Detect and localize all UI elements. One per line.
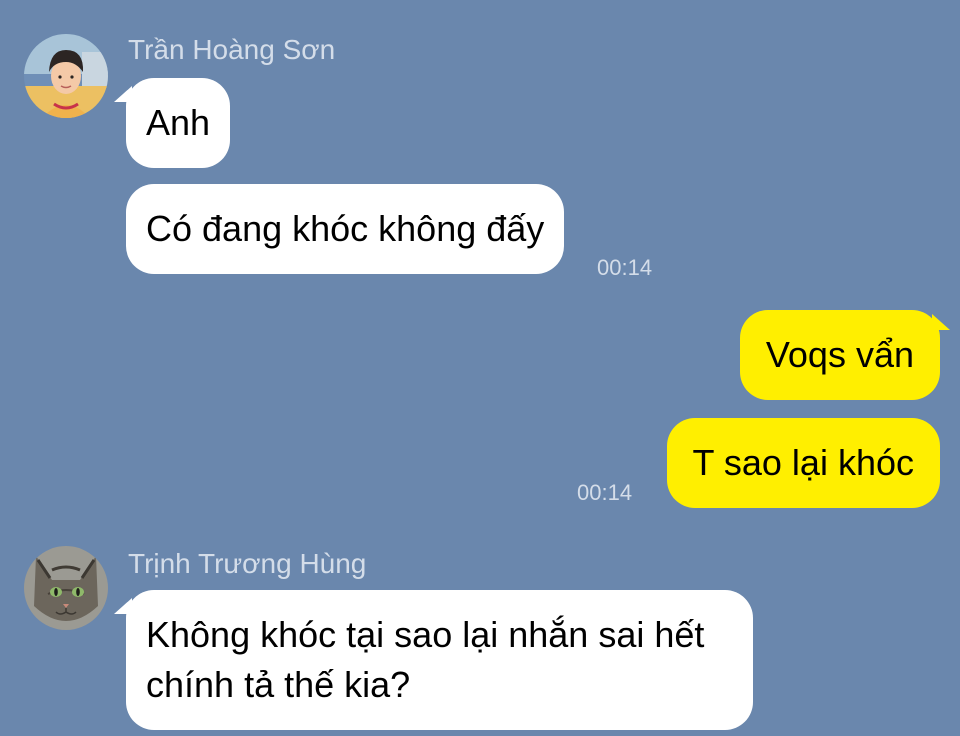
bubble-tail (932, 314, 950, 330)
message-text: Không khóc tại sao lại nhắn sai hết chín… (146, 614, 705, 705)
message-bubble-incoming[interactable]: Có đang khóc không đấy (126, 184, 565, 274)
message-text: T sao lại khóc (692, 442, 914, 483)
cat-avatar-icon[interactable] (24, 546, 108, 630)
message-bubble-incoming[interactable]: Anh (126, 78, 231, 168)
sender-name: Trần Hoàng Sơn (128, 34, 336, 65)
chat-view: Trần Hoàng Sơn Anh Có đang khóc không đấ… (0, 0, 960, 736)
sender-name: Trịnh Trương Hùng (128, 548, 367, 579)
message-bubble-outgoing[interactable]: T sao lại khóc (666, 418, 940, 508)
person-avatar-icon[interactable] (24, 34, 108, 118)
message-text: Voqs vẩn (765, 334, 914, 375)
message-text: Anh (146, 102, 211, 143)
message-bubble-outgoing[interactable]: Voqs vẩn (739, 310, 940, 400)
message-time: 00:14 (597, 255, 653, 280)
message-bubble-incoming[interactable]: Không khóc tại sao lại nhắn sai hết chín… (126, 590, 753, 730)
message-text: Có đang khóc không đấy (146, 208, 545, 249)
message-time: 00:14 (577, 480, 633, 505)
